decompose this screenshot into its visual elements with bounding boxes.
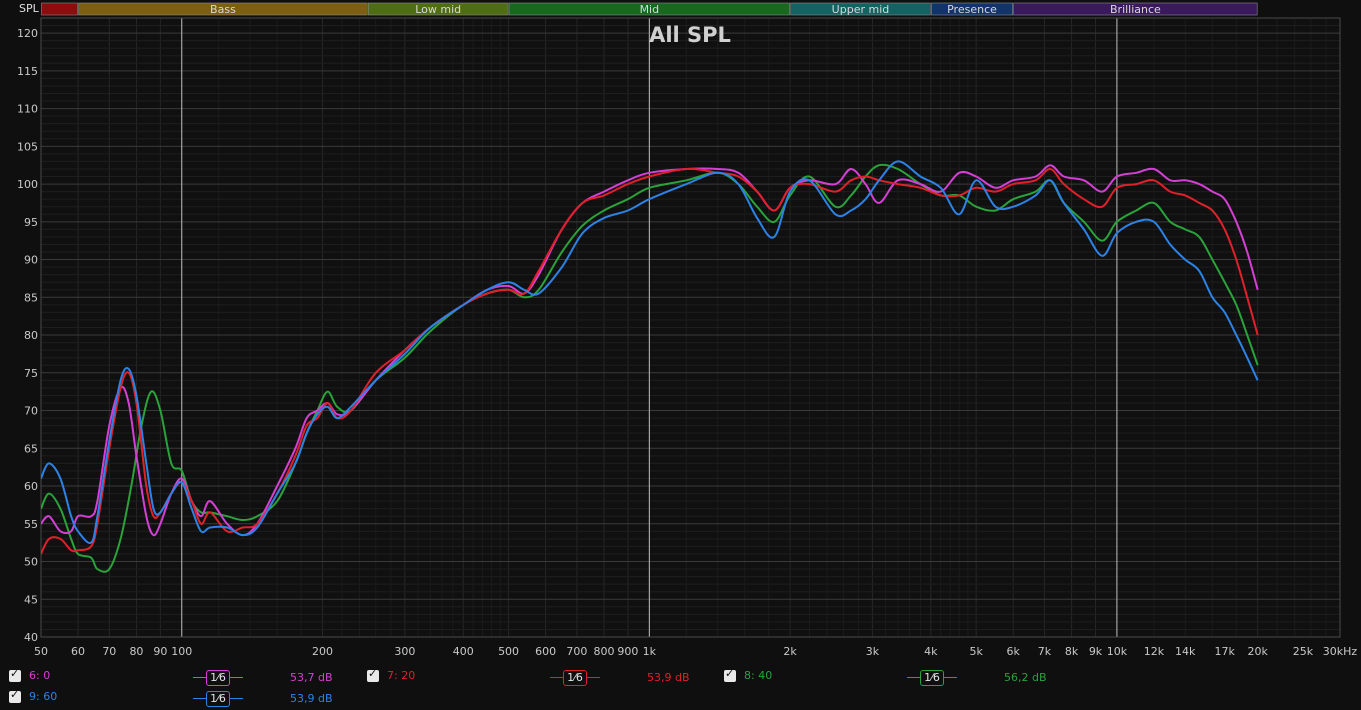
series-6-checkbox[interactable]: [9, 667, 21, 682]
x-tick-label: 25k: [1293, 645, 1314, 658]
series-9-checkbox[interactable]: [9, 688, 21, 703]
x-tick-label: 60: [71, 645, 85, 658]
x-tick-label: 80: [129, 645, 143, 658]
x-tick-label: 700: [566, 645, 587, 658]
series-9-smoothing-button[interactable]: 1⁄6: [193, 690, 243, 707]
y-axis-label: SPL: [19, 2, 40, 15]
band-label: Low mid: [415, 3, 461, 16]
series-7-smoothing-button[interactable]: 1⁄6: [550, 669, 600, 686]
x-tick-label: 7k: [1038, 645, 1052, 658]
y-tick-label: 90: [24, 254, 38, 267]
legend-item-7[interactable]: 7: 20: [367, 667, 416, 682]
legend-item-6[interactable]: 6: 0: [9, 667, 51, 682]
y-tick-label: 110: [17, 103, 38, 116]
y-tick-label: 55: [24, 518, 38, 531]
x-tick-label: 14k: [1175, 645, 1196, 658]
x-tick-label: 5k: [969, 645, 983, 658]
x-tick-label: 3k: [866, 645, 880, 658]
series-7-level: 53,9 dB: [647, 671, 690, 684]
x-tick-label: 50: [34, 645, 48, 658]
series-6-label: 6: 0: [29, 669, 51, 682]
x-tick-label: 2k: [783, 645, 797, 658]
y-tick-label: 85: [24, 291, 38, 304]
band-sub: [41, 2, 78, 16]
x-tick-label: 4k: [924, 645, 938, 658]
band-label: Brilliance: [1110, 3, 1161, 16]
y-tick-label: 65: [24, 442, 38, 455]
x-tick-label: 300: [394, 645, 415, 658]
series-9-level: 53,9 dB: [290, 692, 333, 705]
y-tick-label: 100: [17, 178, 38, 191]
y-tick-label: 105: [17, 140, 38, 153]
x-tick-label: 10k: [1107, 645, 1128, 658]
y-tick-label: 120: [17, 27, 38, 40]
series-7-smoothing: 1⁄6: [563, 670, 587, 686]
chart-title: All SPL: [649, 23, 731, 47]
y-tick-label: 95: [24, 216, 38, 229]
x-tick-label: 30kHz: [1323, 645, 1358, 658]
series-8-smoothing-button[interactable]: 1⁄6: [907, 669, 957, 686]
x-tick-label: 200: [312, 645, 333, 658]
x-tick-label: 100: [171, 645, 192, 658]
legend-item-9[interactable]: 9: 60: [9, 688, 58, 703]
series-8-label: 8: 40: [744, 669, 773, 682]
x-tick-label: 12k: [1144, 645, 1165, 658]
band-label: Upper mid: [832, 3, 890, 16]
series-6-level: 53,7 dB: [290, 671, 333, 684]
band-label: Mid: [640, 3, 660, 16]
series-9-smoothing: 1⁄6: [206, 691, 230, 707]
y-tick-label: 45: [24, 593, 38, 606]
x-tick-label: 6k: [1006, 645, 1020, 658]
legend-row-2: 9: 60 1⁄6 53,9 dB: [0, 688, 1361, 709]
x-tick-label: 1k: [643, 645, 657, 658]
series-6-smoothing: 1⁄6: [206, 670, 230, 686]
y-tick-label: 75: [24, 367, 38, 380]
x-tick-label: 70: [102, 645, 116, 658]
x-tick-label: 9k: [1089, 645, 1103, 658]
y-tick-label: 50: [24, 556, 38, 569]
spl-chart[interactable]: Bass Low mid Mid Upper mid Presence Brillianc…: [0, 0, 1361, 662]
series-8-smoothing: 1⁄6: [920, 670, 944, 686]
x-tick-label: 8k: [1065, 645, 1079, 658]
x-tick-label: 90: [153, 645, 167, 658]
series-7-checkbox[interactable]: [367, 667, 379, 682]
y-tick-label: 60: [24, 480, 38, 493]
series-7-label: 7: 20: [387, 669, 416, 682]
y-tick-label: 70: [24, 405, 38, 418]
y-tick-label: 40: [24, 631, 38, 644]
series-9-label: 9: 60: [29, 690, 58, 703]
x-tick-label: 17k: [1214, 645, 1235, 658]
y-tick-label: 80: [24, 329, 38, 342]
band-label: Bass: [210, 3, 236, 16]
series-8-checkbox[interactable]: [724, 667, 736, 682]
x-tick-label: 900: [617, 645, 638, 658]
x-tick-label: 500: [498, 645, 519, 658]
x-tick-label: 600: [535, 645, 556, 658]
series-8-level: 56,2 dB: [1004, 671, 1047, 684]
legend-item-8[interactable]: 8: 40: [724, 667, 773, 682]
x-tick-label: 800: [594, 645, 615, 658]
legend-row-1: 6: 0 1⁄6 53,7 dB 7: 20 1⁄6 53,9 dB 8: 40…: [0, 667, 1361, 688]
x-tick-label: 400: [453, 645, 474, 658]
y-tick-label: 115: [17, 65, 38, 78]
series-6-smoothing-button[interactable]: 1⁄6: [193, 669, 243, 686]
x-tick-label: 20k: [1247, 645, 1268, 658]
band-label: Presence: [947, 3, 997, 16]
